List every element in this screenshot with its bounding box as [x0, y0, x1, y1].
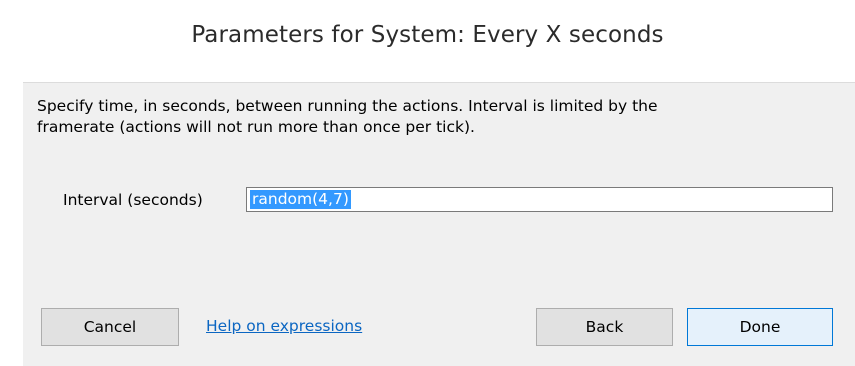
dialog-title: Parameters for System: Every X seconds — [191, 22, 664, 48]
description-line-1: Specify time, in seconds, between runnin… — [37, 97, 658, 115]
description-line-2: framerate (actions will not run more tha… — [37, 118, 475, 136]
dialog-body: Specify time, in seconds, between runnin… — [23, 82, 855, 366]
cancel-button[interactable]: Cancel — [41, 308, 179, 346]
interval-input[interactable]: random(4,7) — [246, 187, 833, 212]
interval-label: Interval (seconds) — [63, 191, 203, 209]
title-bar: Parameters for System: Every X seconds — [0, 0, 855, 82]
help-on-expressions-link[interactable]: Help on expressions — [206, 317, 362, 335]
interval-input-selected-text[interactable]: random(4,7) — [250, 190, 351, 209]
description-text: Specify time, in seconds, between runnin… — [37, 96, 837, 138]
parameters-dialog: Parameters for System: Every X seconds S… — [0, 0, 855, 366]
back-button[interactable]: Back — [536, 308, 673, 346]
done-button[interactable]: Done — [687, 308, 833, 346]
